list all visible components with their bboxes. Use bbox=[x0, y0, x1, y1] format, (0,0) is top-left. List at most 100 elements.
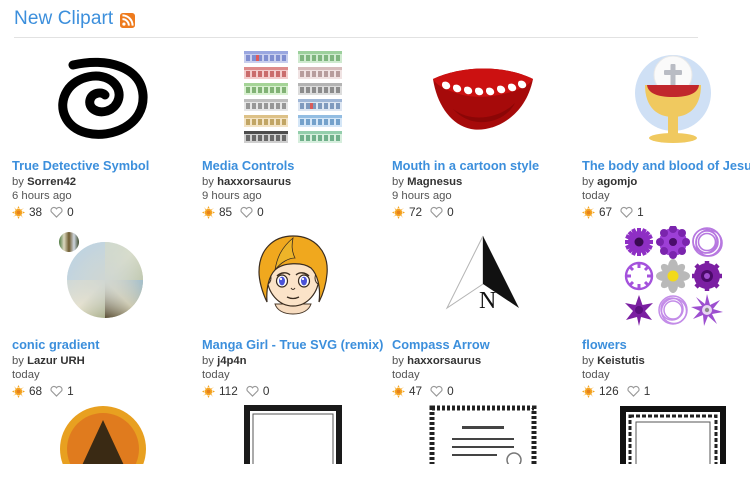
page-header: New Clipart bbox=[12, 0, 738, 37]
clipart-time: 9 hours ago bbox=[392, 190, 452, 202]
like-count: 0 bbox=[447, 384, 454, 398]
clipart-thumbnail[interactable] bbox=[582, 225, 750, 327]
by-label: by bbox=[12, 355, 24, 367]
like-count: 1 bbox=[643, 384, 651, 398]
clipart-stats: 126 1 bbox=[582, 384, 750, 398]
heart-icon bbox=[430, 206, 443, 218]
clipart-thumbnail[interactable] bbox=[202, 404, 384, 464]
clipart-title[interactable]: Manga Girl - True SVG (remix) bbox=[202, 336, 384, 353]
clipart-card[interactable]: N Compass Arrow by haxxorsaurus today 47… bbox=[392, 225, 582, 398]
by-label: by bbox=[202, 176, 214, 188]
clipart-time: 6 hours ago bbox=[12, 190, 72, 202]
clipart-stats: 112 0 bbox=[202, 384, 384, 398]
clipart-author[interactable]: Sorren42 bbox=[27, 176, 76, 188]
clipart-title[interactable]: flowers bbox=[582, 336, 750, 353]
clipart-thumbnail[interactable] bbox=[582, 46, 750, 148]
media-controls-grid-icon bbox=[244, 51, 342, 143]
clipart-byline: by Keistutis bbox=[582, 354, 750, 368]
clipart-byline: by Sorren42 bbox=[12, 175, 194, 189]
spiral-icon bbox=[58, 57, 148, 139]
clipart-byline: by Magnesus bbox=[392, 175, 574, 189]
clipart-author[interactable]: haxxorsaurus bbox=[217, 176, 291, 188]
like-count: 0 bbox=[262, 384, 270, 398]
clipart-byline: by agomjo bbox=[582, 175, 750, 189]
clipart-stats: 85 0 bbox=[202, 205, 384, 219]
clipart-byline: by haxxorsaurus bbox=[392, 354, 574, 368]
clipart-card[interactable]: conic gradient by Lazur URH today 68 1 bbox=[12, 225, 202, 398]
conic-gradient-disc-icon bbox=[59, 232, 143, 318]
by-label: by bbox=[392, 355, 404, 367]
sun-icon bbox=[582, 384, 595, 398]
clipart-time: today bbox=[12, 369, 40, 381]
clipart-thumbnail[interactable] bbox=[12, 404, 194, 464]
heart-icon bbox=[620, 206, 633, 218]
rss-icon[interactable] bbox=[120, 13, 136, 28]
clipart-time: 9 hours ago bbox=[202, 190, 262, 202]
clipart-card[interactable]: Manga Girl - True SVG (remix) by j4p4n t… bbox=[202, 225, 392, 398]
clipart-author[interactable]: Lazur URH bbox=[27, 355, 85, 367]
heart-icon bbox=[246, 385, 259, 397]
chalice-host-icon bbox=[635, 55, 711, 143]
manga-girl-icon bbox=[258, 235, 328, 315]
view-count: 72 bbox=[409, 205, 423, 219]
clipart-time: today bbox=[582, 190, 610, 202]
clipart-thumbnail[interactable] bbox=[392, 404, 574, 464]
clipart-author[interactable]: agomjo bbox=[597, 176, 637, 188]
sun-icon bbox=[392, 205, 405, 219]
clipart-byline: by haxxorsaurus bbox=[202, 175, 384, 189]
by-label: by bbox=[12, 176, 24, 188]
clipart-thumbnail[interactable] bbox=[202, 46, 384, 148]
clipart-thumbnail[interactable] bbox=[12, 225, 194, 327]
clipart-title[interactable]: Media Controls bbox=[202, 157, 384, 174]
black-frame-icon bbox=[244, 405, 342, 464]
clipart-card[interactable] bbox=[582, 404, 750, 473]
clipart-thumbnail[interactable]: N bbox=[392, 225, 574, 327]
clipart-thumbnail[interactable] bbox=[12, 46, 194, 148]
clipart-stats: 38 0 bbox=[12, 205, 194, 219]
clipart-author[interactable]: haxxorsaurus bbox=[407, 355, 481, 367]
heart-icon bbox=[50, 206, 63, 218]
clipart-thumbnail[interactable] bbox=[392, 46, 574, 148]
clipart-card[interactable] bbox=[392, 404, 582, 473]
sun-icon bbox=[582, 205, 595, 219]
sun-icon bbox=[202, 384, 215, 398]
clipart-title[interactable]: The body and blood of Jesus bbox=[582, 157, 750, 174]
clipart-card[interactable]: Mouth in a cartoon style by Magnesus 9 h… bbox=[392, 46, 582, 219]
clipart-grid: True Detective Symbol by Sorren42 6 hour… bbox=[12, 38, 750, 479]
flower-grid-icon bbox=[624, 226, 723, 326]
clipart-title[interactable]: conic gradient bbox=[12, 336, 194, 353]
clipart-stats: 47 0 bbox=[392, 384, 574, 398]
clipart-card[interactable]: flowers by Keistutis today 126 1 bbox=[582, 225, 750, 398]
clipart-card[interactable] bbox=[202, 404, 392, 473]
view-count: 47 bbox=[409, 384, 423, 398]
view-count: 38 bbox=[29, 205, 43, 219]
sun-icon bbox=[12, 384, 25, 398]
clipart-card[interactable]: Media Controls by haxxorsaurus 9 hours a… bbox=[202, 46, 392, 219]
clipart-author[interactable]: Magnesus bbox=[407, 176, 462, 188]
clipart-byline: by j4p4n bbox=[202, 354, 384, 368]
heart-icon bbox=[430, 385, 443, 397]
like-count: 1 bbox=[67, 384, 74, 398]
page-title: New Clipart bbox=[14, 8, 114, 29]
view-count: 112 bbox=[219, 384, 238, 398]
clipart-card[interactable]: True Detective Symbol by Sorren42 6 hour… bbox=[12, 46, 202, 219]
by-label: by bbox=[582, 355, 594, 367]
clipart-thumbnail[interactable] bbox=[202, 225, 384, 327]
orange-badge-icon bbox=[60, 406, 146, 464]
by-label: by bbox=[202, 355, 214, 367]
clipart-title[interactable]: True Detective Symbol bbox=[12, 157, 194, 174]
heart-icon bbox=[240, 206, 253, 218]
clipart-author[interactable]: Keistutis bbox=[597, 355, 645, 367]
view-count: 67 bbox=[599, 205, 613, 219]
clipart-thumbnail[interactable] bbox=[582, 404, 750, 464]
sun-icon bbox=[392, 384, 405, 398]
clipart-title[interactable]: Mouth in a cartoon style bbox=[392, 157, 574, 174]
clipart-title[interactable]: Compass Arrow bbox=[392, 336, 574, 353]
clipart-time: today bbox=[392, 369, 420, 381]
clipart-card[interactable] bbox=[12, 404, 202, 473]
clipart-card[interactable]: The body and blood of Jesus by agomjo to… bbox=[582, 46, 750, 219]
clipart-author[interactable]: j4p4n bbox=[217, 355, 247, 367]
clipart-stats: 72 0 bbox=[392, 205, 574, 219]
compass-arrow-icon: N bbox=[445, 235, 519, 314]
sun-icon bbox=[202, 205, 215, 219]
